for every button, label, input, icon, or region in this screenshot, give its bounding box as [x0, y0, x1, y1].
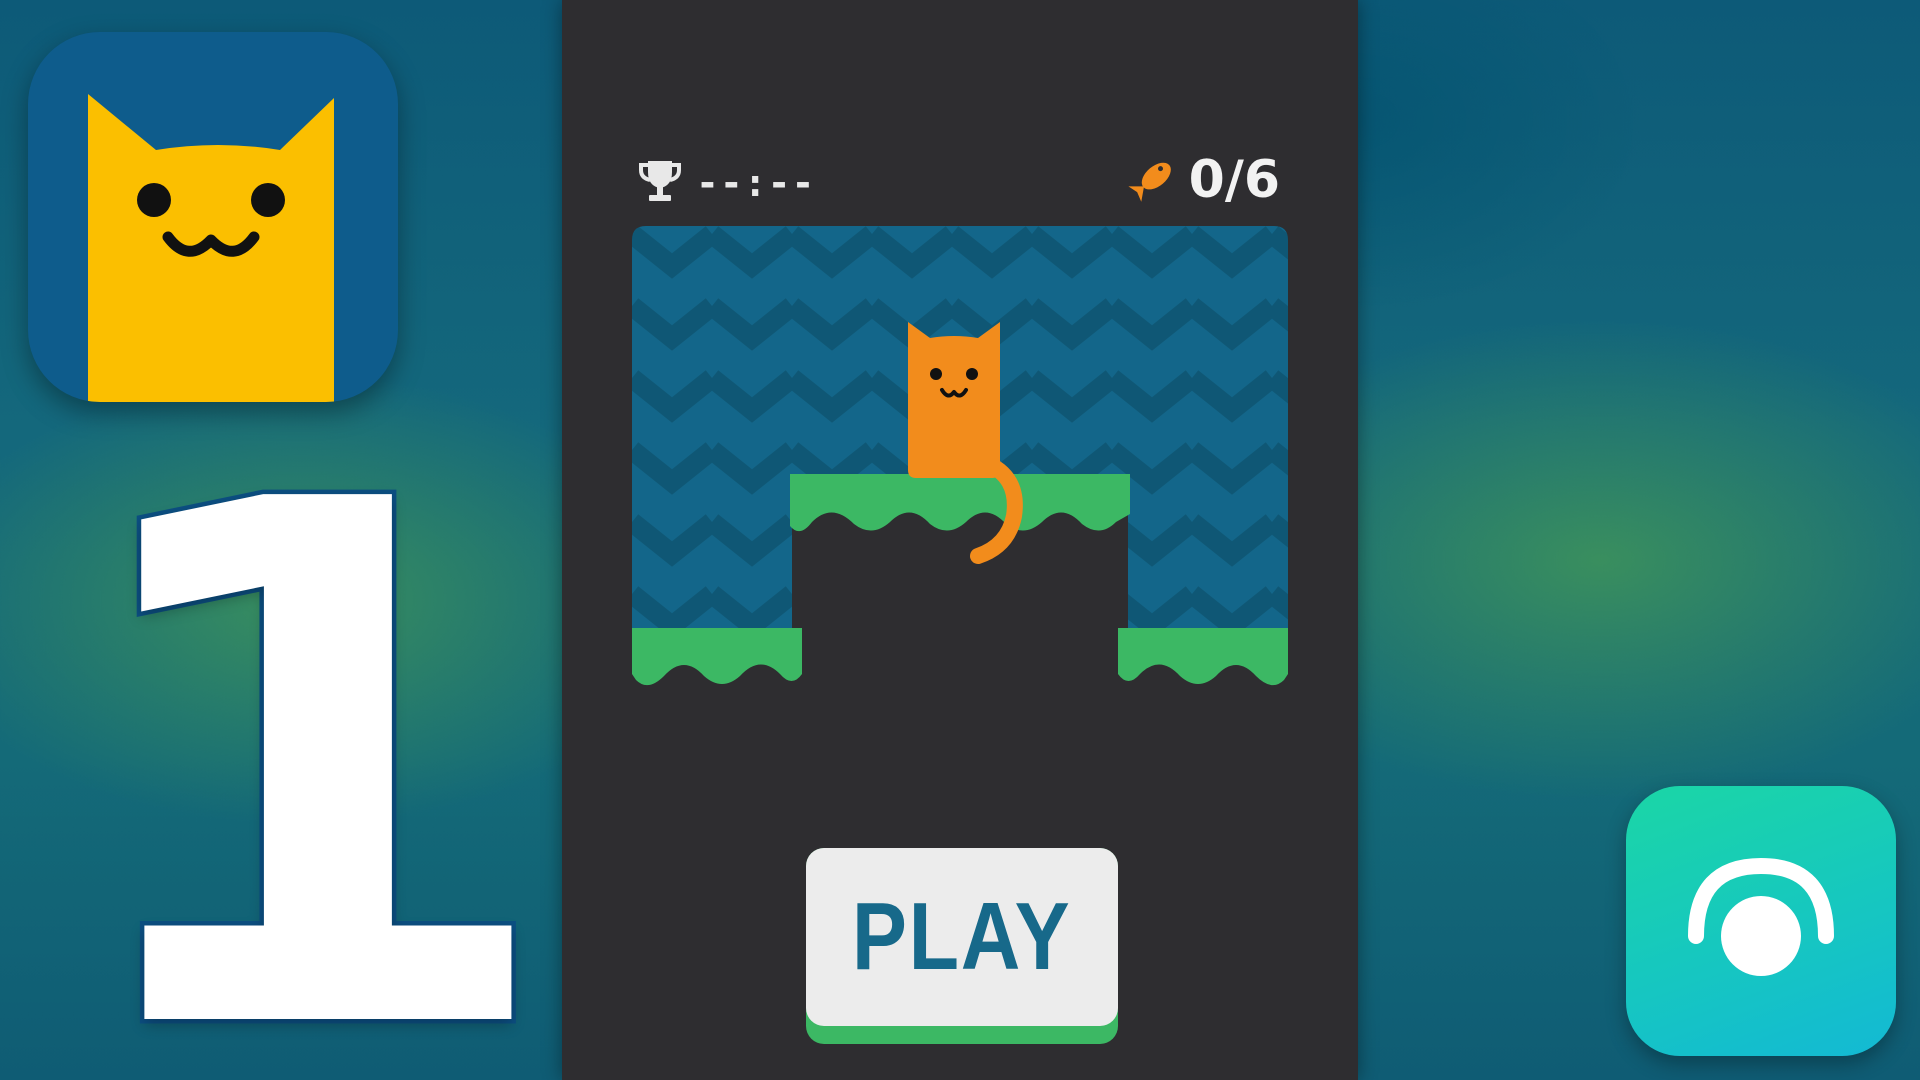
play-button-face: PLAY [806, 848, 1118, 1026]
fish-count-value: 0/6 [1188, 150, 1280, 210]
level-scene [632, 226, 1288, 708]
grass-ledge-left [632, 628, 802, 686]
camera-channel-icon [1626, 786, 1896, 1056]
trophy-icon [638, 158, 682, 208]
episode-number: 1 [56, 351, 566, 1080]
game-screen: --:-- 0/6 PLAY [562, 0, 1358, 1080]
play-button-label: PLAY [852, 883, 1072, 990]
best-time-value: --:-- [696, 161, 816, 205]
play-button[interactable]: PLAY [806, 848, 1118, 1044]
fish-counter: 0/6 [1127, 150, 1280, 210]
grass-ledge-right [1118, 628, 1288, 686]
best-time: --:-- [638, 158, 815, 208]
hud: --:-- 0/6 [562, 150, 1358, 220]
cat-app-icon [28, 32, 398, 402]
fish-icon [1127, 151, 1181, 209]
